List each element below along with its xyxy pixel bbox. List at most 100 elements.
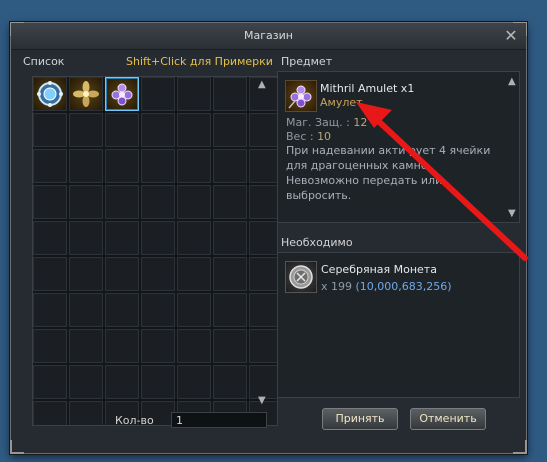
grid-cell[interactable] xyxy=(105,257,139,291)
grid-cell[interactable] xyxy=(177,257,211,291)
grid-cell[interactable] xyxy=(33,221,67,255)
quantity-input[interactable] xyxy=(171,412,267,428)
grid-cell[interactable] xyxy=(249,149,277,183)
grid-cell[interactable] xyxy=(69,149,103,183)
item-name: Mithril Amulet x1 xyxy=(320,82,415,95)
grid-cell[interactable] xyxy=(213,149,247,183)
grid-cell[interactable] xyxy=(69,365,103,399)
grid-cell[interactable] xyxy=(105,365,139,399)
item-scroll-up-button[interactable]: ▲ xyxy=(508,76,516,87)
grid-cell[interactable] xyxy=(141,113,175,147)
grid-cell[interactable] xyxy=(213,77,247,111)
grid-cell[interactable] xyxy=(213,113,247,147)
grid-cell[interactable] xyxy=(213,185,247,219)
grid-cell[interactable] xyxy=(177,221,211,255)
required-panel-label: Необходимо xyxy=(281,236,353,249)
grid-cell-item[interactable] xyxy=(33,77,67,111)
grid-cell[interactable] xyxy=(105,149,139,183)
item-grid xyxy=(32,76,278,426)
item-description: При надевании акти рует 4 ячейки для дра… xyxy=(286,143,490,203)
grid-cell[interactable] xyxy=(213,329,247,363)
grid-cell[interactable] xyxy=(105,113,139,147)
grid-cell[interactable] xyxy=(177,365,211,399)
grid-cell[interactable] xyxy=(177,329,211,363)
grid-cell[interactable] xyxy=(177,293,211,327)
blue-gem-brooch-icon xyxy=(37,81,63,107)
grid-cell[interactable] xyxy=(105,329,139,363)
item-info-panel: Mithril Amulet x1 Амулет Маг. Защ. : 12 … xyxy=(277,71,520,223)
grid-cell[interactable] xyxy=(177,185,211,219)
grid-cell[interactable] xyxy=(141,329,175,363)
grid-cell[interactable] xyxy=(69,185,103,219)
grid-cell[interactable] xyxy=(105,293,139,327)
description-line: для драгоценных камне xyxy=(286,159,428,172)
currency-name: Серебряная Монета xyxy=(321,263,437,276)
grid-cell[interactable] xyxy=(141,149,175,183)
grid-cell[interactable] xyxy=(69,113,103,147)
grid-cell[interactable] xyxy=(33,401,67,425)
grid-cell[interactable] xyxy=(249,329,277,363)
grid-cell[interactable] xyxy=(249,113,277,147)
grid-cell[interactable] xyxy=(33,365,67,399)
accept-button[interactable]: Принять xyxy=(322,408,398,430)
grid-cell-item[interactable] xyxy=(69,77,103,111)
grid-cell-item[interactable] xyxy=(105,77,139,111)
gold-flower-charm-icon xyxy=(73,81,99,107)
grid-cell[interactable] xyxy=(33,149,67,183)
grid-cell[interactable] xyxy=(69,293,103,327)
grid-cell[interactable] xyxy=(177,77,211,111)
grid-cell[interactable] xyxy=(69,221,103,255)
list-label: Список xyxy=(23,55,65,68)
grid-cell[interactable] xyxy=(249,257,277,291)
frame-corner xyxy=(513,440,527,454)
grid-cell[interactable] xyxy=(213,365,247,399)
grid-cell[interactable] xyxy=(33,293,67,327)
grid-cell[interactable] xyxy=(177,113,211,147)
silver-coin-icon xyxy=(289,265,313,289)
quantity-label: Кол-во xyxy=(115,414,154,427)
grid-cell[interactable] xyxy=(69,257,103,291)
grid-cell[interactable] xyxy=(33,257,67,291)
grid-cell[interactable] xyxy=(69,329,103,363)
grid-cell[interactable] xyxy=(141,365,175,399)
grid-cell[interactable] xyxy=(249,365,277,399)
mithril-amulet-icon xyxy=(111,83,133,106)
list-scroll-down-button[interactable]: ▼ xyxy=(258,395,266,406)
shop-window: Магазин ✕ Список Shift+Click для Примерк… xyxy=(10,22,527,454)
grid-cell[interactable] xyxy=(213,293,247,327)
grid-cell[interactable] xyxy=(213,221,247,255)
list-scroll-up-button[interactable]: ▲ xyxy=(258,79,266,90)
grid-cell[interactable] xyxy=(33,185,67,219)
item-type: Амулет xyxy=(320,96,363,109)
close-icon: ✕ xyxy=(504,26,518,45)
description-line: При надевании акти рует 4 ячейки xyxy=(286,144,491,157)
grid-cell[interactable] xyxy=(69,401,103,425)
mithril-amulet-icon xyxy=(288,85,312,109)
stat-weight: Вес : 10 xyxy=(286,130,332,143)
grid-cell[interactable] xyxy=(213,257,247,291)
description-line: выбросить. xyxy=(286,189,352,202)
item-icon-slot xyxy=(285,80,317,112)
grid-cell[interactable] xyxy=(141,185,175,219)
coin-icon-slot xyxy=(285,261,317,293)
grid-cell[interactable] xyxy=(249,293,277,327)
grid-cell[interactable] xyxy=(249,185,277,219)
grid-cell[interactable] xyxy=(105,221,139,255)
cancel-button[interactable]: Отменить xyxy=(410,408,486,430)
grid-cell[interactable] xyxy=(105,185,139,219)
grid-cell[interactable] xyxy=(141,221,175,255)
grid-cell[interactable] xyxy=(33,113,67,147)
grid-cell[interactable] xyxy=(141,293,175,327)
grid-cell[interactable] xyxy=(177,149,211,183)
frame-corner xyxy=(10,440,24,454)
item-scroll-down-button[interactable]: ▼ xyxy=(508,208,516,219)
grid-cell[interactable] xyxy=(141,77,175,111)
grid-cell[interactable] xyxy=(249,221,277,255)
grid-cell[interactable] xyxy=(33,329,67,363)
item-panel-label: Предмет xyxy=(281,55,333,68)
description-line: Невозможно передать или xyxy=(286,174,443,187)
close-button[interactable]: ✕ xyxy=(502,27,520,45)
title-bar[interactable]: Магазин xyxy=(11,23,526,50)
currency-amount: x 199 (10,000,683,256) xyxy=(321,280,452,293)
grid-cell[interactable] xyxy=(141,257,175,291)
